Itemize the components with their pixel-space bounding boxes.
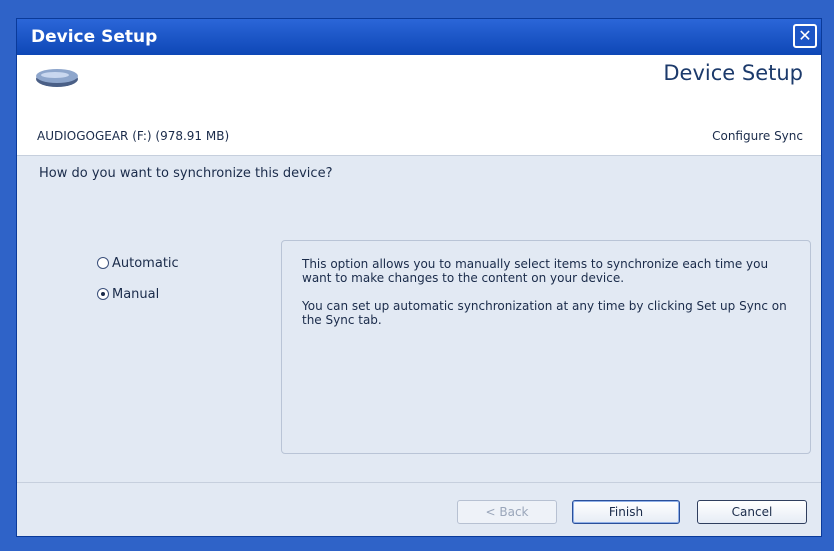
header-title: Device Setup <box>663 61 803 85</box>
header-subtitle: Configure Sync <box>712 129 803 143</box>
sync-question: How do you want to synchronize this devi… <box>39 166 333 181</box>
description-paragraph: This option allows you to manually selec… <box>302 257 769 285</box>
cancel-button[interactable]: Cancel <box>697 500 807 524</box>
close-button[interactable]: ✕ <box>793 24 817 48</box>
radio-automatic[interactable]: Automatic <box>97 256 179 271</box>
finish-button[interactable]: Finish <box>572 500 680 524</box>
portable-device-icon <box>36 69 78 87</box>
option-description-box: This option allows you to manually selec… <box>281 240 811 454</box>
radio-manual[interactable]: Manual <box>97 287 159 302</box>
title-bar[interactable]: Device Setup ✕ <box>17 19 821 55</box>
dialog-footer: < Back Finish Cancel <box>17 482 821 536</box>
dialog-header: Device Setup AUDIOGOGEAR (F:) (978.91 MB… <box>17 55 821 156</box>
radio-automatic-label: Automatic <box>112 256 179 271</box>
radio-unchecked-icon[interactable] <box>97 257 109 269</box>
radio-manual-label: Manual <box>112 287 160 302</box>
radio-checked-icon[interactable] <box>97 288 109 300</box>
description-paragraph: You can set up automatic synchronization… <box>302 299 787 327</box>
device-setup-dialog: Device Setup ✕ Device Setup AUDIOGOGEAR … <box>16 18 822 537</box>
window-title: Device Setup <box>31 27 158 47</box>
device-name-label: AUDIOGOGEAR (F:) (978.91 MB) <box>37 129 230 143</box>
dialog-content: How do you want to synchronize this devi… <box>17 156 821 482</box>
back-button[interactable]: < Back <box>457 500 557 524</box>
close-icon: ✕ <box>798 26 812 45</box>
